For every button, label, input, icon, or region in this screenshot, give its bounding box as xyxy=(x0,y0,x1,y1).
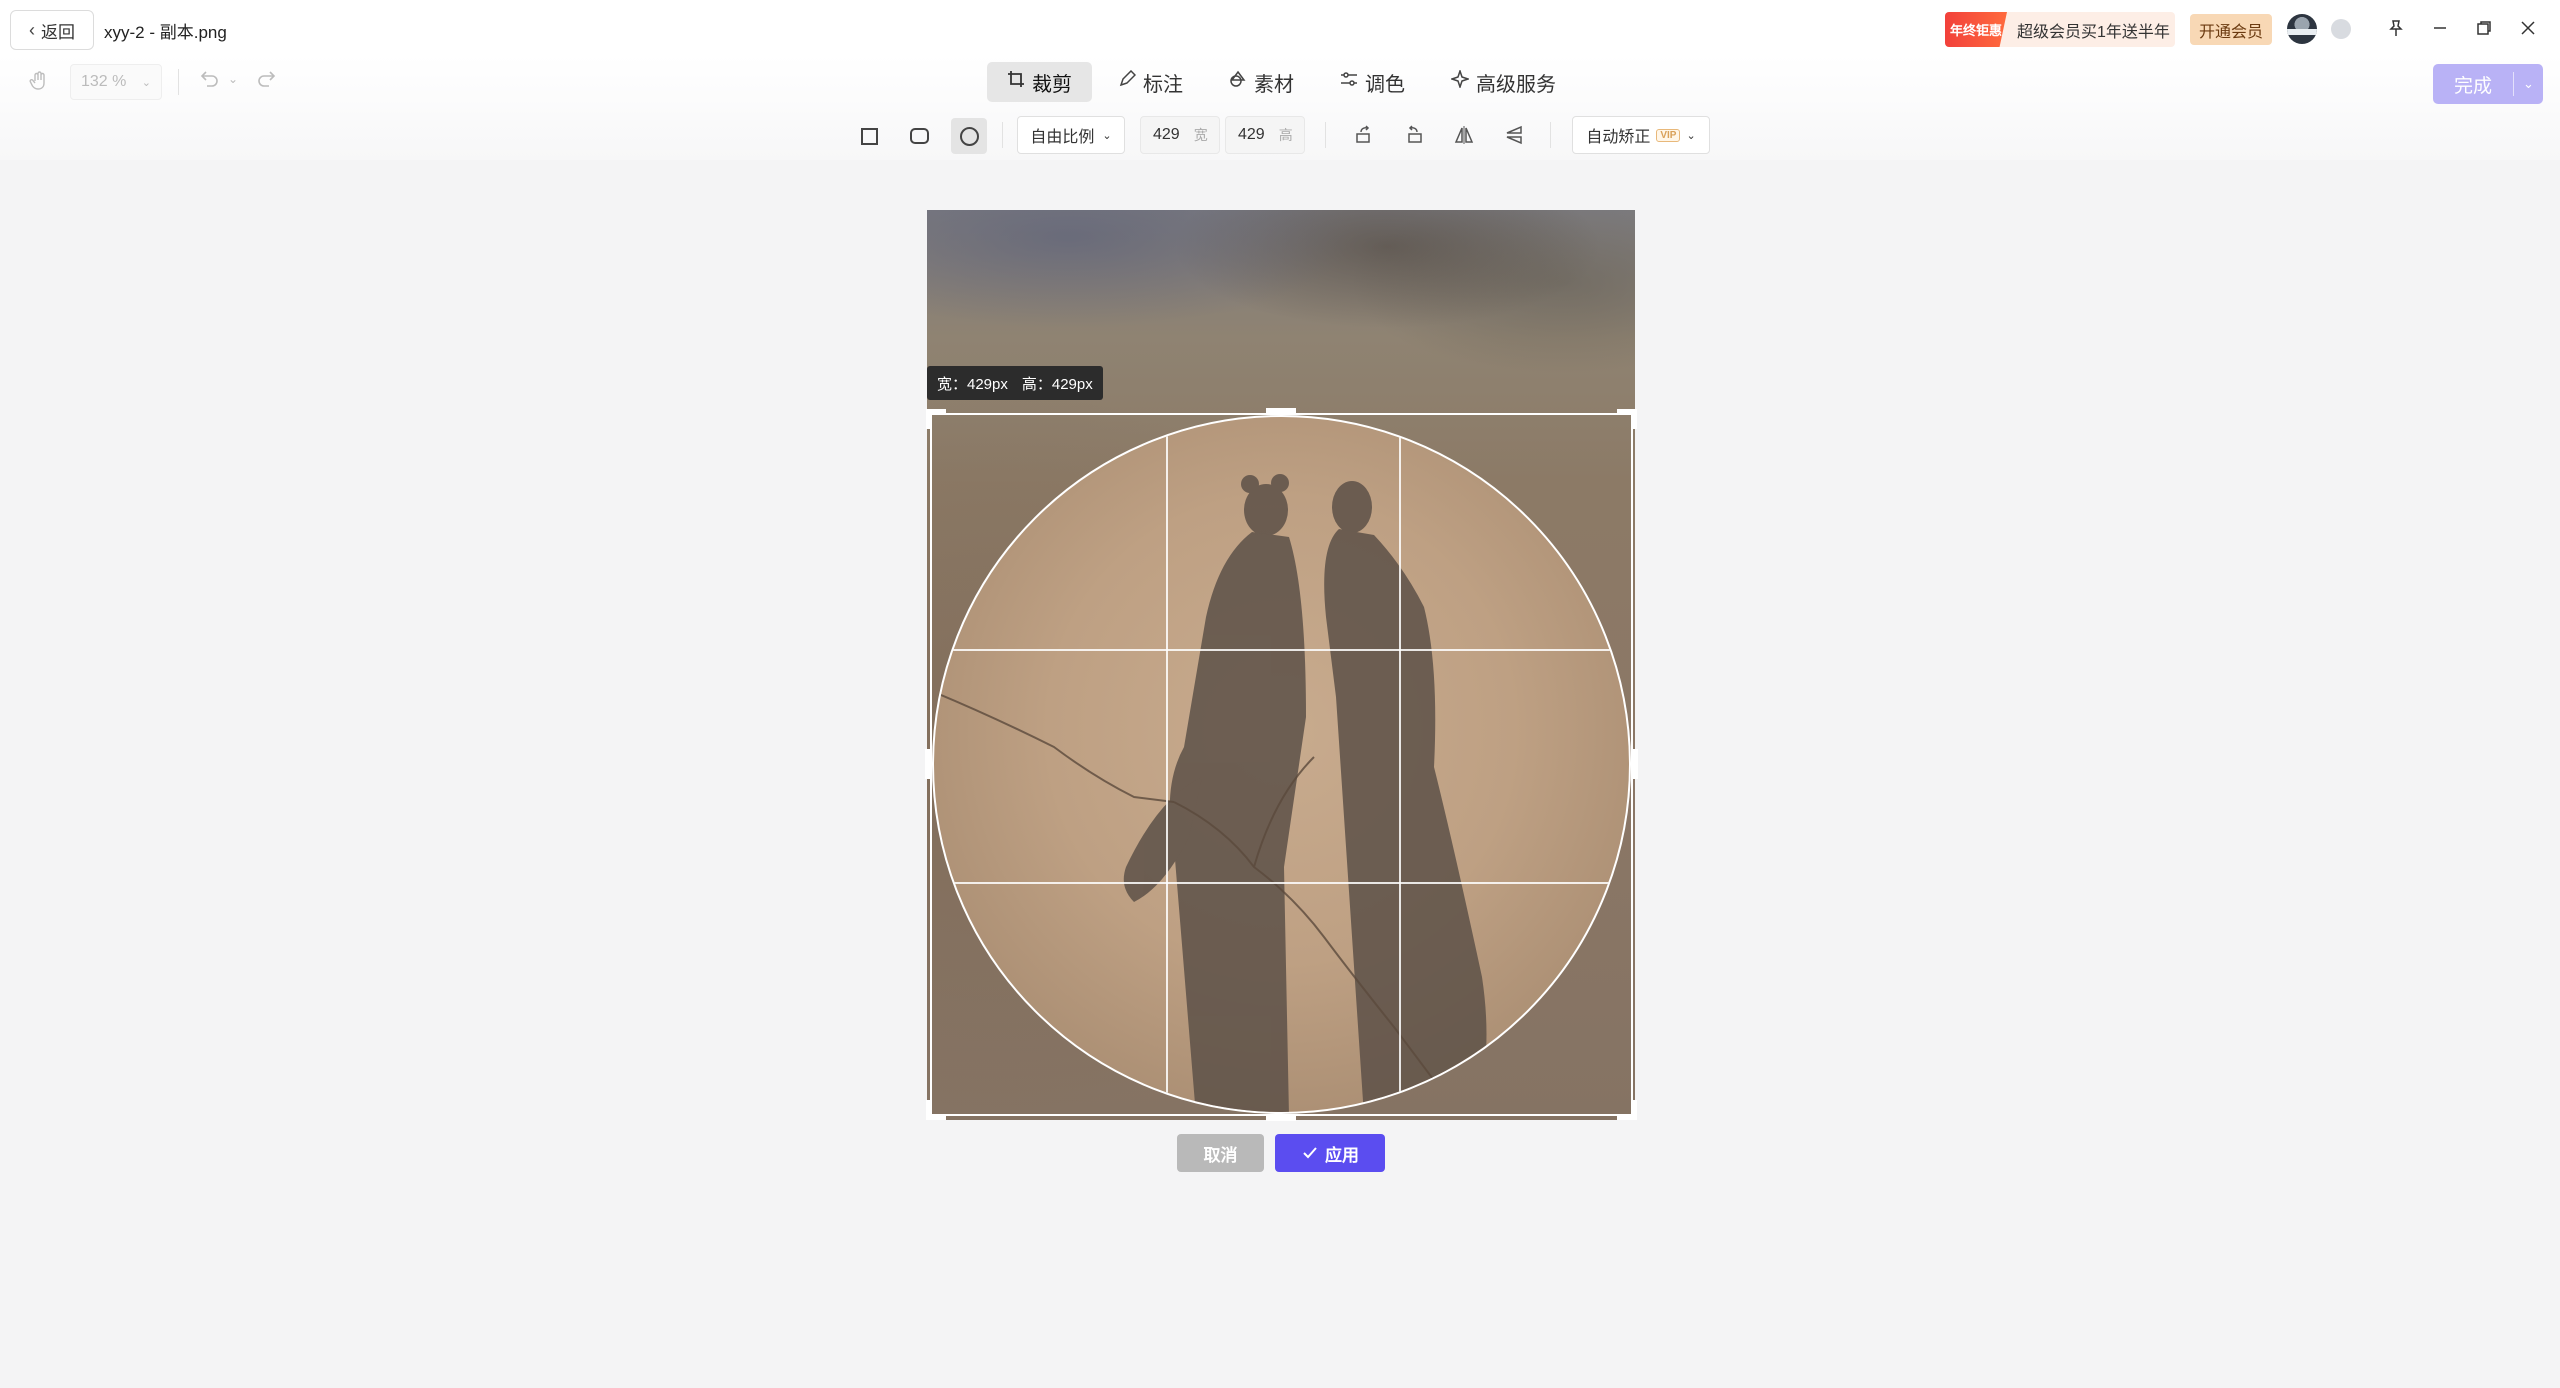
sliders-icon xyxy=(1340,70,1358,94)
chevron-down-icon[interactable]: ⌄ xyxy=(2514,76,2543,92)
redo-icon[interactable] xyxy=(256,68,278,96)
undo-icon[interactable] xyxy=(198,68,220,96)
crop-area[interactable] xyxy=(925,408,1638,1121)
tab-advanced-label: 高级服务 xyxy=(1476,73,1556,96)
open-vip-button[interactable]: 开通会员 xyxy=(2190,14,2272,45)
vip-badge: VIP xyxy=(1656,128,1681,142)
promo-text: 超级会员买1年送半年 xyxy=(2017,23,2170,41)
rounded-rect-icon xyxy=(909,128,929,144)
zoom-value: 132 % xyxy=(81,73,127,90)
tab-annotate[interactable]: 标注 xyxy=(1098,62,1203,102)
crop-handle-bottom-right[interactable] xyxy=(1633,1100,1637,1120)
height-value: 429 xyxy=(1238,126,1265,143)
crop-handle-top-right[interactable] xyxy=(1633,409,1637,429)
tab-color-label: 调色 xyxy=(1365,73,1405,96)
chevron-down-icon: ⌄ xyxy=(141,76,151,89)
width-value: 429 xyxy=(1153,126,1180,143)
flip-vertical-icon[interactable] xyxy=(1499,120,1529,150)
crop-icon xyxy=(1007,70,1025,94)
crop-handle-left[interactable] xyxy=(925,749,930,779)
avatar[interactable] xyxy=(2287,14,2317,44)
tab-annotate-label: 标注 xyxy=(1143,73,1183,96)
width-unit: 宽 xyxy=(1193,127,1208,143)
divider xyxy=(1325,122,1326,148)
flip-horizontal-icon[interactable] xyxy=(1449,120,1479,150)
width-input[interactable]: 429 宽 xyxy=(1140,116,1220,154)
ratio-value: 自由比例 xyxy=(1030,129,1095,146)
crop-handle-right[interactable] xyxy=(1633,749,1638,779)
rotate-left-icon[interactable] xyxy=(1349,120,1379,150)
sparkle-icon xyxy=(1449,68,1471,94)
apply-button[interactable]: 应用 xyxy=(1275,1134,1385,1172)
promo-tag: 年终钜惠 xyxy=(1945,12,2007,47)
cancel-button[interactable]: 取消 xyxy=(1177,1134,1264,1172)
crop-handle-bottom-left[interactable] xyxy=(926,1100,930,1120)
size-tip-height: 高：429px xyxy=(1021,375,1093,393)
done-button[interactable]: 完成 ⌄ xyxy=(2433,64,2543,104)
chevron-left-icon: ‹ xyxy=(29,19,35,40)
back-button[interactable]: ‹ 返回 xyxy=(10,10,94,50)
crop-handle-top-left[interactable] xyxy=(926,409,930,429)
tab-materials-label: 素材 xyxy=(1254,73,1294,96)
gem-icon[interactable] xyxy=(2331,19,2351,39)
back-button-label: 返回 xyxy=(41,22,75,42)
auto-straighten-label: 自动矫正 xyxy=(1586,129,1651,146)
height-input[interactable]: 429 高 xyxy=(1225,116,1305,154)
editor-tabs: 裁剪 标注 素材 调色 高级服务 xyxy=(987,62,1576,102)
shapes-icon xyxy=(1229,70,1247,94)
auto-straighten-select[interactable]: 自动矫正 VIP ⌄ xyxy=(1572,116,1710,154)
pin-icon[interactable] xyxy=(2382,14,2410,42)
height-unit: 高 xyxy=(1278,127,1293,143)
square-icon xyxy=(860,127,878,145)
file-name: xyy-2 - 副本.png xyxy=(104,23,227,42)
divider xyxy=(1002,122,1003,148)
check-icon xyxy=(1303,1147,1317,1159)
undo-history-chevron-icon[interactable]: ⌄ xyxy=(228,72,238,86)
size-tip-width: 宽：429px xyxy=(937,375,1008,393)
tab-crop[interactable]: 裁剪 xyxy=(987,62,1092,102)
zoom-select[interactable]: 132 % ⌄ xyxy=(70,64,162,100)
chevron-down-icon: ⌄ xyxy=(1686,129,1696,142)
divider xyxy=(178,69,179,95)
shape-circle-button[interactable] xyxy=(951,118,987,154)
shape-rect-button[interactable] xyxy=(851,118,887,154)
hand-icon[interactable] xyxy=(28,70,52,94)
close-icon[interactable] xyxy=(2514,14,2542,42)
top-bar: ‹ 返回 xyy-2 - 副本.png 年终钜惠 超级会员买1年送半年 开通会员… xyxy=(0,0,2560,160)
tab-advanced[interactable]: 高级服务 xyxy=(1431,62,1576,102)
size-tooltip: 宽：429px 高：429px xyxy=(927,366,1103,400)
restore-icon[interactable] xyxy=(2470,14,2498,42)
crop-handle-top[interactable] xyxy=(1266,408,1296,413)
pen-icon xyxy=(1118,69,1137,94)
crop-handle-bottom[interactable] xyxy=(1266,1116,1296,1121)
done-button-label: 完成 xyxy=(2453,75,2492,97)
rotate-right-icon[interactable] xyxy=(1399,120,1429,150)
divider xyxy=(1550,122,1551,148)
promo-banner[interactable]: 年终钜惠 超级会员买1年送半年 xyxy=(1945,12,2175,47)
crop-frame xyxy=(930,413,1633,1116)
chevron-down-icon: ⌄ xyxy=(1102,129,1112,142)
ratio-select[interactable]: 自由比例 ⌄ xyxy=(1017,116,1125,154)
tab-crop-label: 裁剪 xyxy=(1032,73,1072,96)
minimize-icon[interactable] xyxy=(2426,14,2454,42)
shape-rounded-button[interactable] xyxy=(901,118,937,154)
circle-icon xyxy=(959,126,979,146)
tab-color[interactable]: 调色 xyxy=(1320,62,1425,102)
tab-materials[interactable]: 素材 xyxy=(1209,62,1314,102)
apply-button-label: 应用 xyxy=(1325,1145,1359,1165)
